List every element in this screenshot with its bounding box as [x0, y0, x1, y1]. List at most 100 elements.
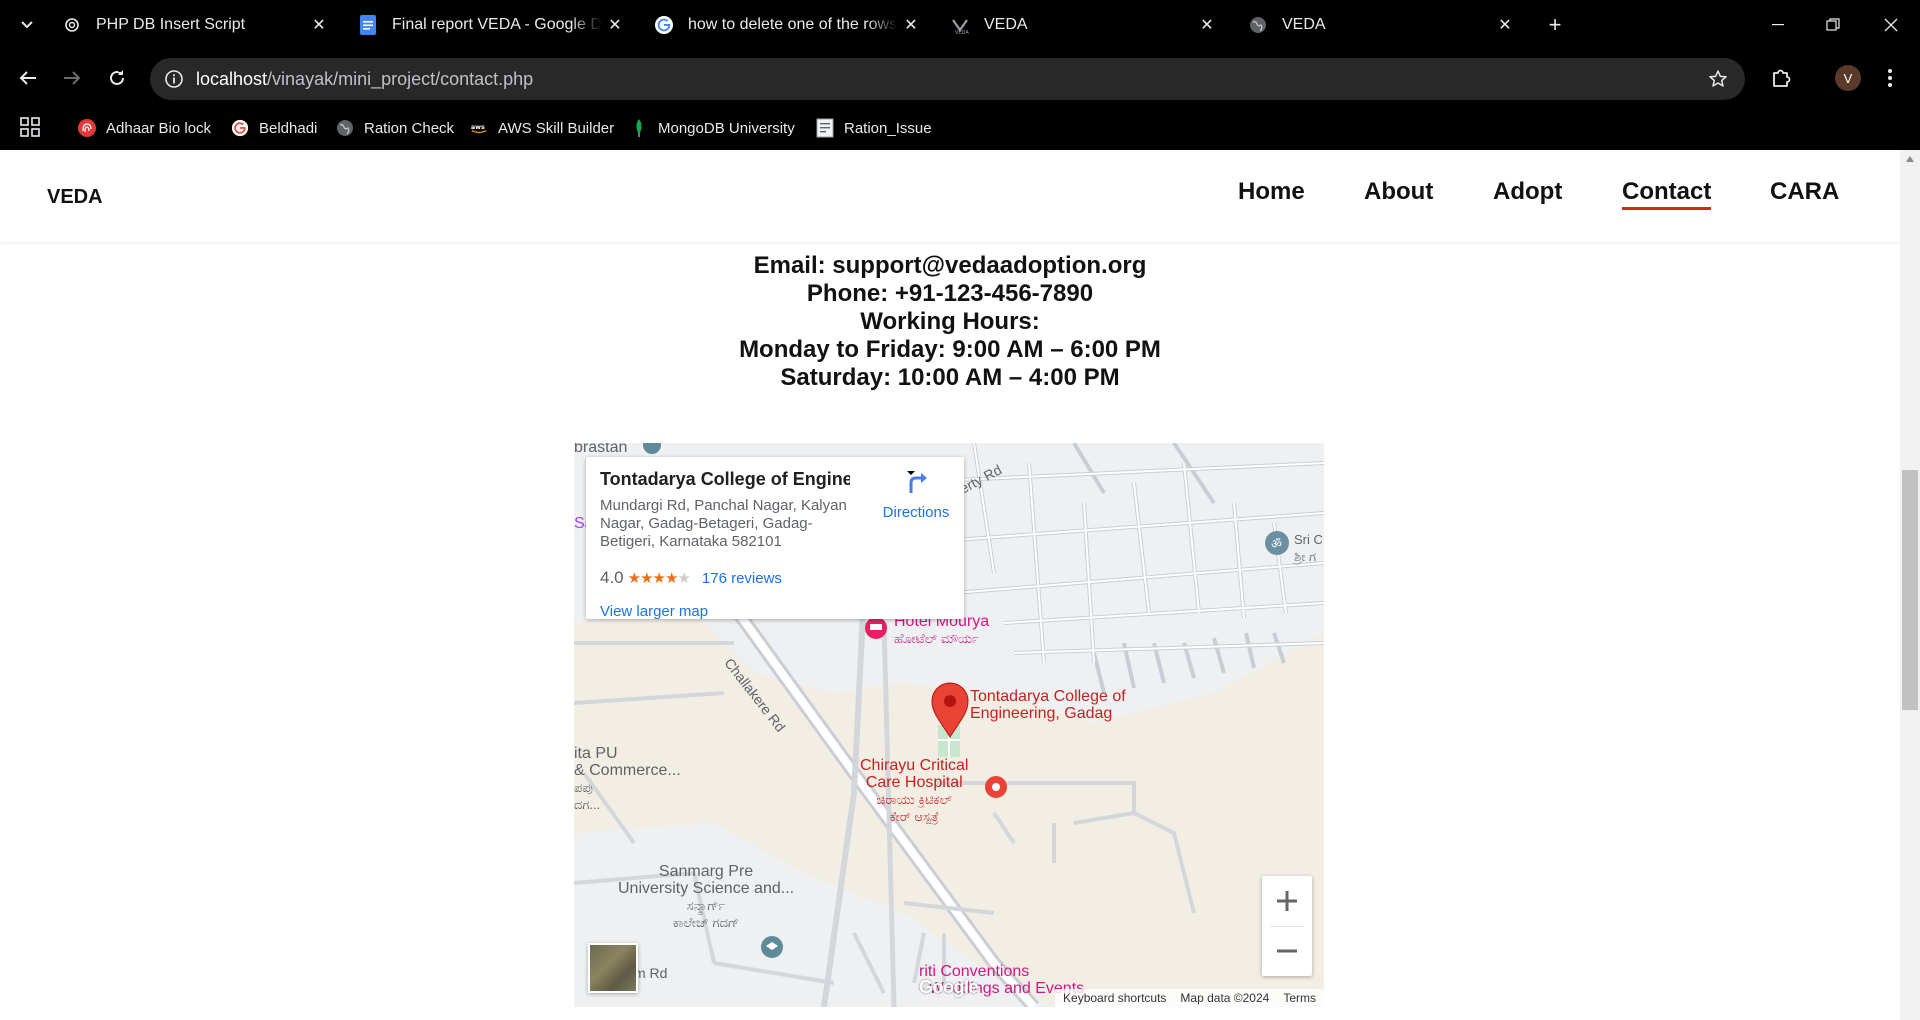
- bookmark-star-icon[interactable]: [1707, 68, 1729, 90]
- tab-strip: PHP DB Insert Script ✕ Final report VEDA…: [0, 0, 1920, 50]
- apps-grid-icon[interactable]: [20, 117, 42, 139]
- profile-avatar[interactable]: V: [1835, 65, 1861, 91]
- tab-php-db-insert[interactable]: PHP DB Insert Script ✕: [48, 6, 344, 44]
- nav-cara[interactable]: CARA: [1770, 178, 1839, 206]
- globe-icon: [336, 119, 354, 137]
- map-label-sanmarg-line2: University Science and...: [618, 880, 795, 897]
- directions-icon: [903, 471, 929, 499]
- close-icon[interactable]: ✕: [602, 12, 628, 38]
- site-info-icon[interactable]: [162, 67, 186, 91]
- url-text: localhost/vinayak/mini_project/contact.p…: [196, 69, 533, 90]
- site-header: VEDA Home About Adopt Contact CARA: [0, 150, 1900, 242]
- bookmarks-bar: Adhaar Bio lock Beldhadi Ration Check aw…: [0, 106, 1920, 150]
- hours-weekdays: Monday to Friday: 9:00 AM – 6:00 PM: [739, 336, 1161, 363]
- close-icon[interactable]: ✕: [1194, 12, 1220, 38]
- bookmark-label: Beldhadi: [259, 119, 318, 137]
- back-button[interactable]: [12, 62, 44, 94]
- tab-title: Final report VEDA - Google Docs: [392, 16, 602, 33]
- fingerprint-icon: [78, 119, 96, 137]
- svg-text:VEDA: VEDA: [955, 30, 969, 35]
- address-bar[interactable]: localhost/vinayak/mini_project/contact.p…: [150, 58, 1745, 100]
- reviews-link[interactable]: 176 reviews: [702, 570, 782, 587]
- keyboard-shortcuts-link[interactable]: Keyboard shortcuts: [1063, 991, 1166, 1005]
- tab-veda-2[interactable]: VEDA ✕: [1234, 6, 1530, 44]
- restore-button[interactable]: [1810, 8, 1856, 42]
- map-label-pu-line2: & Commerce...: [574, 762, 681, 779]
- nav-adopt[interactable]: Adopt: [1493, 178, 1562, 206]
- map-label-sanmarg-line4: ಕಾಲೇಜ್ ಗದಗ್: [672, 915, 740, 930]
- view-larger-map-link[interactable]: View larger map: [600, 603, 708, 620]
- directions-button[interactable]: Directions: [871, 469, 961, 521]
- bookmark-ration-issue[interactable]: Ration_Issue: [816, 116, 932, 140]
- directions-label: Directions: [882, 504, 950, 521]
- map-label-pu-line1: ita PU: [574, 745, 618, 762]
- map-label-college-line2: Engineering, Gadag: [970, 705, 1113, 722]
- forward-button[interactable]: [56, 62, 88, 94]
- bookmark-mongodb[interactable]: MongoDB University: [630, 116, 795, 140]
- close-window-button[interactable]: [1868, 8, 1914, 42]
- scrollbar-thumb[interactable]: [1902, 470, 1918, 710]
- map-label-pu-line3: ಪಪು: [574, 780, 593, 795]
- google-icon: [654, 15, 674, 35]
- bookmark-label: MongoDB University: [658, 119, 795, 137]
- tab-title: VEDA: [984, 16, 1028, 33]
- url-host: localhost: [196, 69, 268, 89]
- zoom-out-button[interactable]: [1262, 926, 1312, 976]
- minimize-button[interactable]: [1755, 8, 1801, 42]
- map-label-chirayu-line1: Chirayu Critical: [860, 757, 969, 774]
- google-icon: [231, 119, 249, 137]
- bookmark-beldhadi[interactable]: Beldhadi: [231, 116, 317, 140]
- google-map-embed[interactable]: ॐ brastan erty Rd Sa Sri C ಶ್ರೀ ಗ Hotel M…: [574, 443, 1324, 1007]
- bookmark-label: AWS Skill Builder: [498, 119, 615, 137]
- browser-toolbar: localhost/vinayak/mini_project/contact.p…: [0, 50, 1920, 106]
- bookmark-label: Adhaar Bio lock: [106, 119, 212, 137]
- map-attribution: Keyboard shortcuts Map data ©2024 Terms: [1055, 989, 1324, 1007]
- nav-contact[interactable]: Contact: [1622, 178, 1712, 210]
- aws-icon: aws: [470, 119, 488, 137]
- satellite-layer-toggle[interactable]: [588, 943, 638, 993]
- contact-phone: Phone: +91-123-456-7890: [806, 280, 1094, 307]
- tab-title: PHP DB Insert Script: [96, 16, 246, 33]
- map-label-sanmarg-line3: ಸನ್ಮಾರ್ಗ್: [686, 898, 726, 913]
- map-label-sri: Sri C ಶ್ರೀ ಗ: [1294, 531, 1323, 565]
- hours-saturday: Saturday: 10:00 AM – 4:00 PM: [780, 364, 1120, 391]
- terms-link[interactable]: Terms: [1283, 991, 1316, 1005]
- tab-veda-1[interactable]: VEDA VEDA ✕: [936, 6, 1232, 44]
- place-info-card: Tontadarya College of Engine... Mundargi…: [586, 457, 964, 620]
- bookmark-adhaar[interactable]: Adhaar Bio lock: [78, 116, 211, 140]
- reload-button[interactable]: [101, 62, 133, 94]
- extensions-puzzle-icon[interactable]: [1768, 65, 1794, 91]
- map-label-college: Tontadarya College of Engineering, Gadag: [970, 688, 1126, 722]
- bookmark-aws[interactable]: aws AWS Skill Builder: [470, 116, 614, 140]
- browser-menu-icon[interactable]: [1880, 65, 1900, 91]
- bookmark-label: Ration Check: [364, 119, 455, 137]
- document-icon: [816, 118, 834, 138]
- page-scrollbar[interactable]: [1900, 150, 1920, 1020]
- close-icon[interactable]: ✕: [1492, 12, 1518, 38]
- page-viewport: VEDA Home About Adopt Contact CARA Email…: [0, 150, 1920, 1020]
- site-logo[interactable]: VEDA: [47, 186, 103, 209]
- map-label-chirayu: Chirayu Critical Care Hospital ಚಿರಾಯು ಕ್ರಿ…: [860, 757, 968, 825]
- bookmark-ration-check[interactable]: Ration Check: [336, 116, 454, 140]
- nav-home[interactable]: Home: [1238, 178, 1305, 206]
- close-icon[interactable]: ✕: [306, 12, 332, 38]
- map-label-sri-kn: ಶ್ರೀ ಗ: [1294, 549, 1317, 564]
- rating-stars-icon: ★★★★★: [627, 570, 691, 587]
- close-icon[interactable]: ✕: [898, 12, 924, 38]
- bookmark-label: Ration_Issue: [844, 119, 932, 137]
- nav-about[interactable]: About: [1364, 178, 1433, 206]
- google-logo: Google: [919, 977, 979, 997]
- tab-title: how to delete one of the rows in: [688, 16, 898, 33]
- map-label-hotel-kn: ಹೋಟೆಲ್ ಮೌರ್ಯ: [894, 631, 979, 646]
- map-label-pu-line4: ದಗ...: [574, 797, 601, 812]
- globe-icon: [1248, 15, 1268, 35]
- new-tab-button[interactable]: +: [1540, 10, 1570, 40]
- map-label-sanmarg: Sanmarg Pre University Science and... ಸನ್ಮ…: [618, 863, 794, 931]
- tab-google-search[interactable]: how to delete one of the rows in ✕: [640, 6, 936, 44]
- tab-search-dropdown-icon[interactable]: [14, 12, 40, 38]
- zoom-in-button[interactable]: [1262, 876, 1312, 926]
- working-hours-heading: Working Hours:: [860, 308, 1040, 335]
- scroll-up-arrow-icon[interactable]: [1900, 150, 1920, 168]
- map-label-college-line1: Tontadarya College of: [970, 688, 1126, 705]
- tab-final-report[interactable]: Final report VEDA - Google Docs ✕: [344, 6, 640, 44]
